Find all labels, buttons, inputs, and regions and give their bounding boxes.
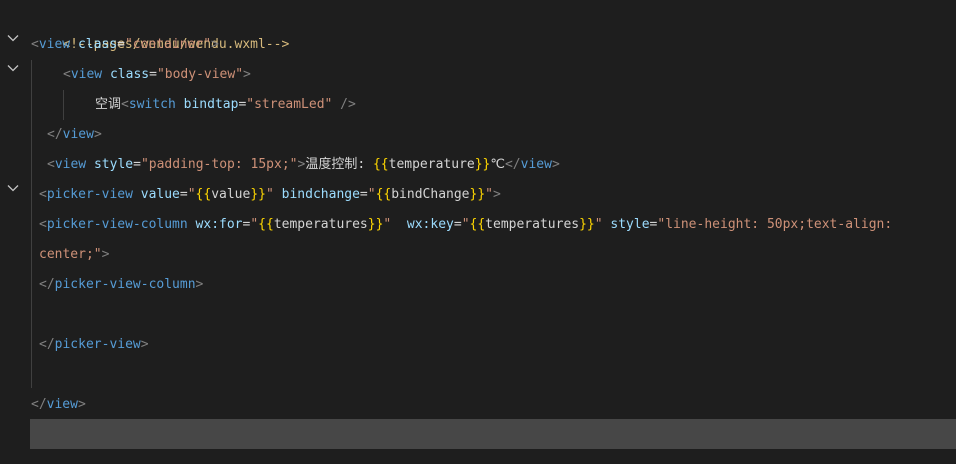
tag-bracket: > (243, 67, 251, 82)
quote: " (485, 187, 493, 202)
chevron-down-icon[interactable] (6, 31, 20, 45)
attr-name: class (70, 37, 118, 52)
attr-value: "line-height: 50px;text-align: (657, 217, 893, 232)
attr-name: wx:for (187, 217, 243, 232)
quote: " (594, 217, 603, 232)
unit-text: ℃ (490, 157, 505, 172)
expression: temperature (388, 157, 475, 172)
tag-bracket: > (211, 37, 219, 52)
code-line-9[interactable]: center;"> (39, 240, 109, 270)
code-line-2[interactable]: <view class="container"> (31, 30, 219, 60)
tag-name: switch (128, 97, 176, 112)
mustache-open: {{ (469, 217, 486, 232)
indent-guide (31, 60, 32, 388)
mustache-close: }} (367, 217, 384, 232)
equals: = (149, 67, 157, 82)
code-line-6[interactable]: <view style="padding-top: 15px;">温度控制: {… (47, 150, 560, 180)
tag-name: view (38, 37, 71, 52)
equals: = (453, 217, 462, 232)
tag-name: view (46, 397, 78, 412)
quote: " (266, 187, 274, 202)
expression: bindChange (391, 187, 470, 202)
tag-bracket: </ (47, 127, 63, 142)
equals: = (179, 187, 188, 202)
attr-name: style (602, 217, 650, 232)
code-line-12[interactable]: </picker-view> (39, 330, 149, 360)
code-line-10[interactable]: </picker-view-column> (39, 270, 203, 300)
expression: value (211, 187, 251, 202)
code-line-14[interactable]: </view> (31, 390, 86, 420)
code-line-7[interactable]: <picker-view value="{{value}}" bindchang… (39, 180, 501, 210)
mustache-open: {{ (375, 187, 392, 202)
code-editor[interactable]: <!--pages/wendu/wendu.wxml--> <view clas… (0, 0, 956, 464)
tag-bracket: > (493, 187, 501, 202)
tag-bracket: < (39, 217, 47, 232)
tag-name: view (62, 127, 94, 142)
tag-bracket: /> (332, 97, 356, 112)
chevron-down-icon[interactable] (6, 181, 20, 195)
tag-bracket: </ (39, 337, 55, 352)
mustache-close: }} (579, 217, 595, 232)
attr-value: "padding-top: 15px;" (140, 157, 298, 172)
code-line-4[interactable]: 空调<switch bindtap="streamLed" /> (95, 90, 356, 120)
attr-name: style (86, 157, 134, 172)
quote: " (187, 187, 196, 202)
tag-name: picker-view-column (46, 217, 188, 232)
tag-bracket: </ (31, 397, 47, 412)
attr-value: "streamLed" (246, 97, 333, 112)
tag-bracket: < (63, 67, 71, 82)
mustache-open: {{ (372, 157, 389, 172)
code-line-3[interactable]: <view class="body-view"> (63, 60, 251, 90)
code-line-8[interactable]: <picker-view-column wx:for="{{temperatur… (39, 210, 892, 240)
code-line-5[interactable]: </view> (47, 120, 102, 150)
quote: " (461, 217, 470, 232)
tag-name: picker-view-column (54, 277, 196, 292)
quote: " (367, 187, 376, 202)
attr-name: bindtap (175, 97, 239, 112)
tag-bracket: </ (504, 157, 521, 172)
tag-bracket: > (195, 277, 204, 292)
tag-bracket: < (47, 157, 55, 172)
tag-name: picker-view (54, 337, 141, 352)
tag-bracket: < (39, 187, 47, 202)
expression: temperatures (485, 217, 580, 232)
mustache-close: }} (469, 187, 486, 202)
text-content: 温度控制: (305, 157, 373, 172)
equals: = (359, 187, 368, 202)
tag-name: view (54, 157, 87, 172)
code-line-1[interactable]: <!--pages/wendu/wendu.wxml--> (31, 0, 289, 52)
editor-gutter (0, 0, 30, 464)
attr-name: bindchange (273, 187, 360, 202)
attr-name: value (132, 187, 180, 202)
mustache-open: {{ (195, 187, 212, 202)
tag-bracket: < (121, 97, 129, 112)
tag-name: picker-view (46, 187, 133, 202)
tag-bracket: > (140, 337, 149, 352)
text-content: 空调 (95, 97, 122, 112)
quote: " (250, 217, 259, 232)
expression: temperatures (273, 217, 368, 232)
mustache-close: }} (250, 187, 266, 202)
attr-value: "body-view" (156, 67, 244, 82)
tag-bracket: </ (39, 277, 55, 292)
equals: = (133, 157, 141, 172)
tag-bracket: > (93, 127, 102, 142)
mustache-close: }} (474, 157, 491, 172)
mustache-open: {{ (258, 217, 274, 232)
indent-guide (63, 90, 64, 120)
tag-bracket: < (31, 37, 39, 52)
attr-value: center;" (39, 247, 102, 262)
tag-bracket: > (551, 157, 560, 172)
tag-bracket: > (77, 397, 86, 412)
tag-name: view (70, 67, 103, 82)
attr-name: wx:key (391, 217, 454, 232)
chevron-down-icon[interactable] (6, 61, 20, 75)
tag-bracket: > (101, 247, 110, 262)
tag-name: view (520, 157, 552, 172)
equals: = (117, 37, 125, 52)
current-line-highlight[interactable] (30, 419, 956, 449)
attr-value: "container" (124, 37, 212, 52)
attr-name: class (102, 67, 150, 82)
